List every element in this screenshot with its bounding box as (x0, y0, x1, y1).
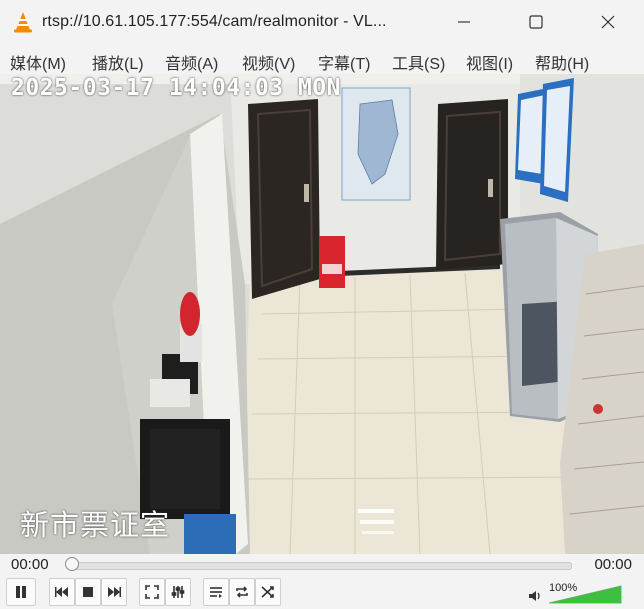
video-frame[interactable] (0, 74, 644, 554)
next-button[interactable] (101, 578, 127, 606)
close-icon (601, 15, 615, 29)
menu-video[interactable]: 视频(V) (242, 50, 295, 74)
loop-button[interactable] (229, 578, 255, 606)
menu-bar: 媒体(M) 播放(L) 音频(A) 视频(V) 字幕(T) 工具(S) 视图(I… (0, 46, 644, 74)
menu-audio[interactable]: 音频(A) (165, 50, 218, 74)
maximize-icon (529, 15, 543, 29)
osd-timestamp: 2025-03-17 14:04:03 MON (11, 75, 341, 101)
previous-button[interactable] (49, 578, 75, 606)
seek-handle[interactable] (65, 557, 79, 571)
next-icon (108, 587, 121, 597)
shuffle-icon (261, 586, 274, 598)
menu-tools[interactable]: 工具(S) (392, 50, 445, 74)
menu-subtitle[interactable]: 字幕(T) (318, 50, 370, 74)
minimize-button[interactable] (434, 0, 494, 44)
menu-playback[interactable]: 播放(L) (92, 50, 144, 74)
maximize-button[interactable] (506, 0, 566, 44)
pause-button[interactable] (6, 578, 36, 606)
stop-button[interactable] (75, 578, 101, 606)
osd-room-label: 新市票证室 (20, 510, 171, 542)
fullscreen-icon (145, 585, 159, 599)
minimize-icon (458, 21, 470, 23)
window-title: rtsp://10.61.105.177:554/cam/realmonitor… (42, 13, 387, 30)
stop-icon (83, 587, 93, 597)
extended-settings-button[interactable] (165, 578, 191, 606)
playlist-icon (210, 587, 222, 598)
speaker-icon[interactable] (528, 590, 542, 602)
total-time: 00:00 (594, 556, 632, 573)
shuffle-button[interactable] (255, 578, 281, 606)
pause-icon (16, 586, 26, 598)
menu-media[interactable]: 媒体(M) (10, 50, 66, 74)
close-button[interactable] (578, 0, 638, 44)
title-bar[interactable]: rtsp://10.61.105.177:554/cam/realmonitor… (0, 0, 644, 44)
fullscreen-button[interactable] (139, 578, 165, 606)
previous-icon (55, 587, 68, 597)
playlist-button[interactable] (203, 578, 229, 606)
menu-view[interactable]: 视图(I) (466, 50, 513, 74)
menu-help[interactable]: 帮助(H) (535, 50, 589, 74)
volume-slider[interactable] (549, 584, 623, 604)
seek-slider[interactable] (70, 562, 572, 570)
vlc-cone-icon (14, 12, 32, 33)
current-time: 00:00 (11, 556, 49, 573)
extended-settings-icon (171, 586, 185, 598)
loop-icon (236, 586, 248, 598)
video-scene (0, 74, 644, 554)
